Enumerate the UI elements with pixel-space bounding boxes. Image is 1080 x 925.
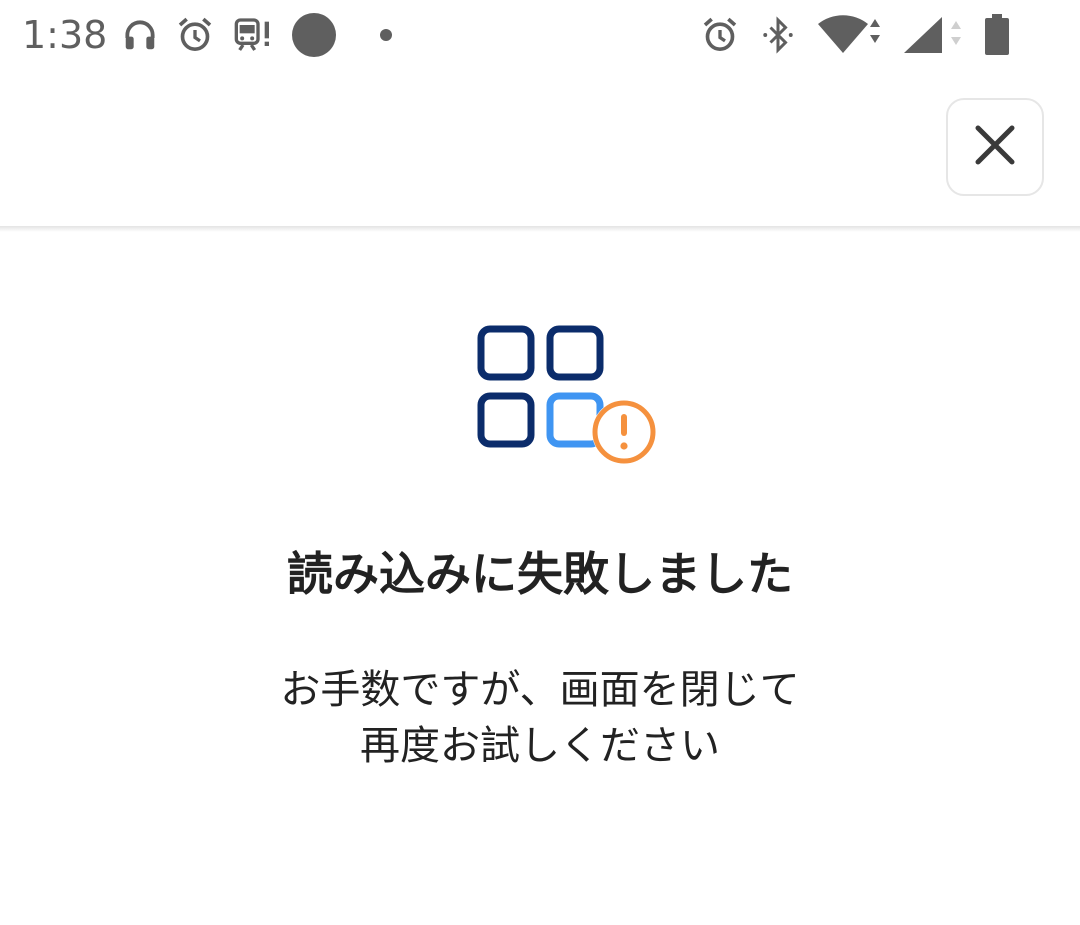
app-bar xyxy=(0,70,1080,226)
error-title: 読み込みに失敗しました xyxy=(287,547,793,601)
status-right xyxy=(680,0,1010,70)
close-button[interactable] xyxy=(946,98,1044,196)
status-bar: 1:38 xyxy=(0,0,1080,70)
app-grid-error-icon xyxy=(476,324,662,470)
error-message: お手数ですが、画面を閉じて 再度お試しください xyxy=(0,662,1080,774)
close-icon xyxy=(974,124,1016,170)
dot-icon xyxy=(379,28,393,42)
bluetooth-icon xyxy=(760,15,796,55)
headphones-icon xyxy=(121,16,159,54)
alarm-icon xyxy=(175,15,215,55)
screen: 1:38 読み込みに失敗しました お手数ですが、画面を閉じて 再度お試しください xyxy=(0,0,1080,925)
status-left: 1:38 xyxy=(22,0,409,70)
error-state: 読み込みに失敗しました お手数ですが、画面を閉じて 再度お試しください xyxy=(0,232,1080,925)
wifi-icon xyxy=(816,15,882,55)
circle-notification-icon xyxy=(291,12,337,58)
error-message-line-2: 再度お試しください xyxy=(360,723,720,769)
error-message-line-1: お手数ですが、画面を閉じて xyxy=(280,667,800,713)
battery-icon xyxy=(984,14,1010,56)
train-alert-icon xyxy=(231,15,275,55)
cellular-signal-icon xyxy=(902,15,964,55)
status-time: 1:38 xyxy=(22,13,108,57)
alarm-icon xyxy=(700,15,740,55)
